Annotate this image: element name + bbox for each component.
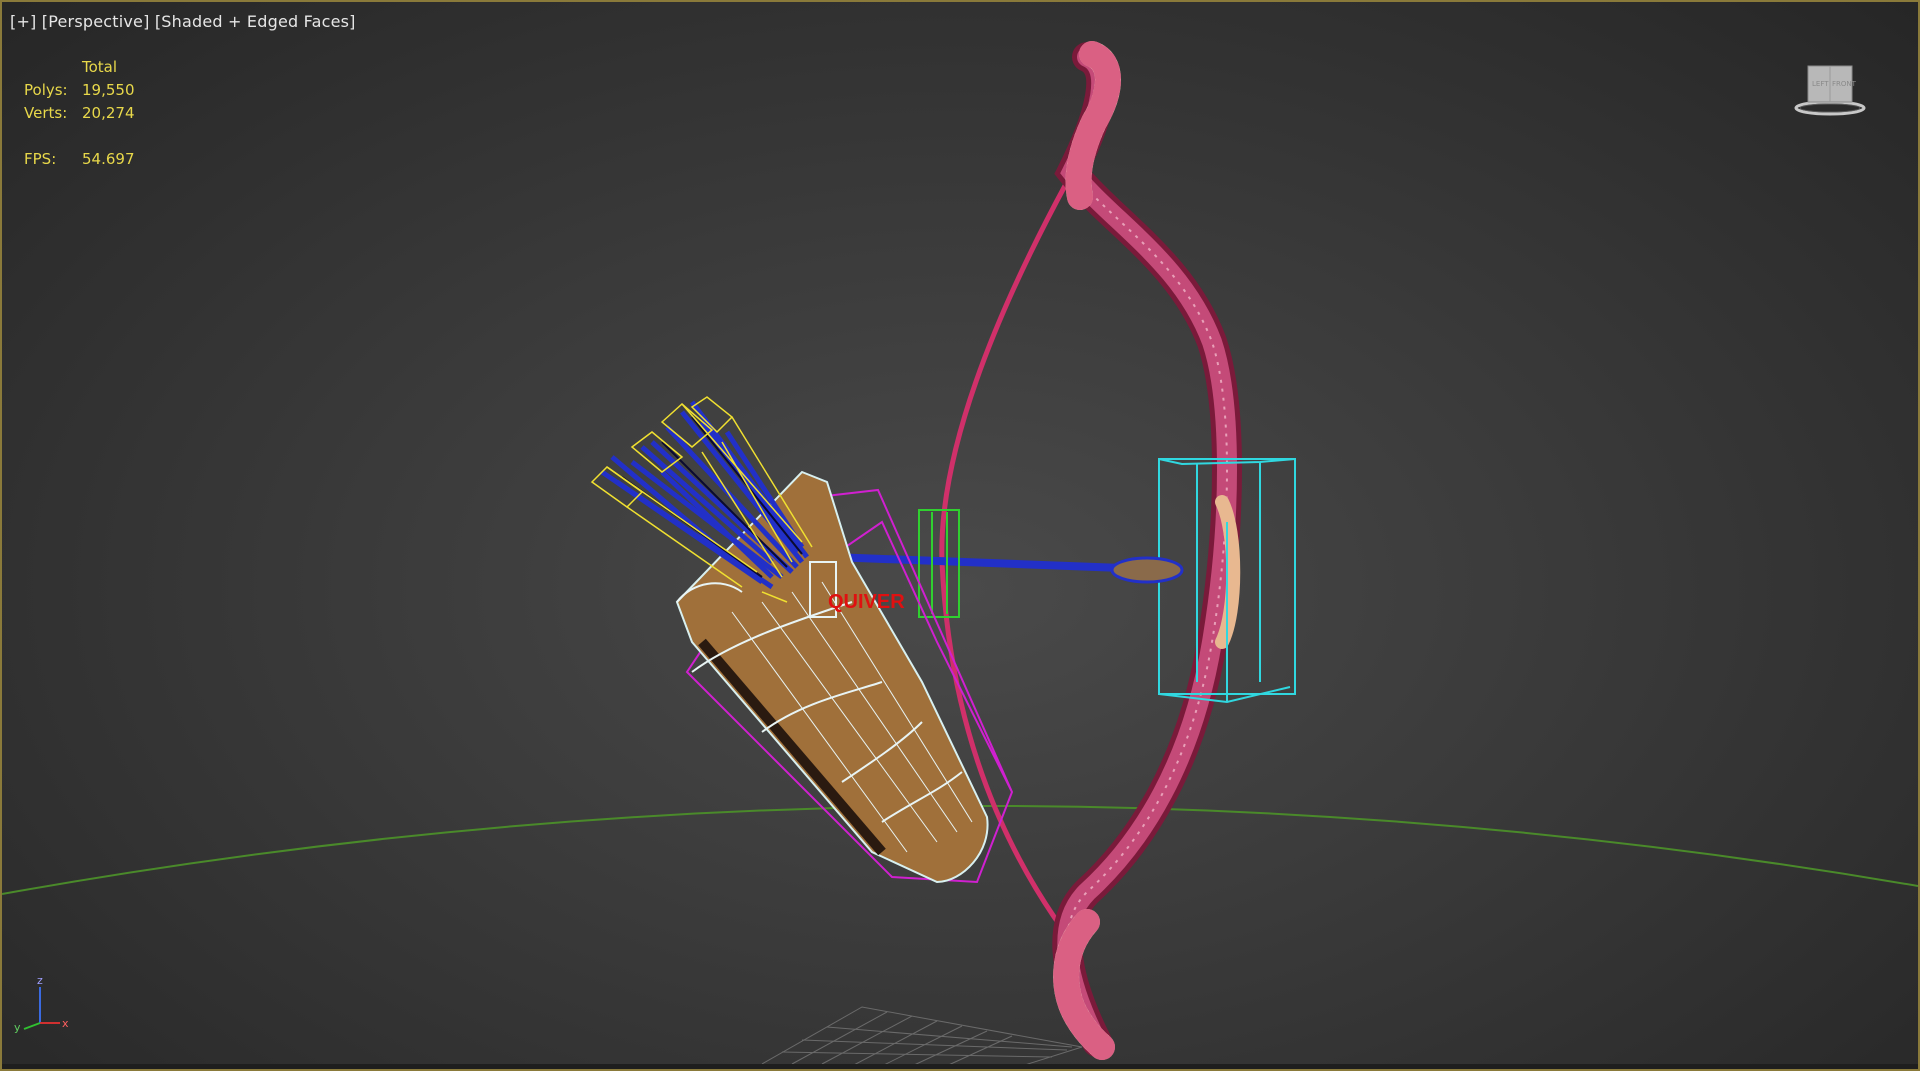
axis-y-label: y (14, 1021, 21, 1033)
viewcube-icon[interactable]: LEFT FRONT (1794, 62, 1866, 120)
axis-z-label: z (37, 974, 43, 987)
fps-value: 54.697 (82, 150, 135, 168)
scene-canvas[interactable]: QUIVER (2, 2, 1918, 1069)
bow-mesh[interactable] (1052, 41, 1242, 1060)
stats-header: Total (82, 58, 118, 76)
viewport-menu-view[interactable]: [Perspective] (42, 12, 150, 31)
axis-tripod-icon: z x y (14, 974, 69, 1033)
viewport-label[interactable]: [+] [Perspective] [Shaded + Edged Faces] (10, 12, 356, 31)
verts-label: Verts: (24, 104, 68, 122)
viewcube-face-left[interactable]: LEFT (1812, 80, 1829, 88)
perspective-viewport[interactable]: QUIVER [+] [Perspective] [Shaded + Edged… (0, 0, 1920, 1071)
quiver-name-label: QUIVER (828, 591, 905, 613)
home-grid (761, 1006, 1083, 1069)
statistics-overlay: Total Polys: 19,550 Verts: 20,274 FPS: 54.6… (24, 56, 142, 171)
viewcube-face-front[interactable]: FRONT (1832, 80, 1857, 88)
axis-x-label: x (62, 1017, 69, 1030)
arrow-mesh[interactable] (831, 553, 1184, 584)
viewport-menu-shading[interactable]: [Shaded + Edged Faces] (155, 12, 356, 31)
polys-value: 19,550 (82, 81, 135, 99)
fps-label: FPS: (24, 150, 57, 168)
verts-value: 20,274 (82, 104, 135, 122)
polys-label: Polys: (24, 81, 68, 99)
viewport-menu-plus[interactable]: [+] (10, 12, 37, 31)
viewport-bottom-edge (2, 1064, 1918, 1069)
